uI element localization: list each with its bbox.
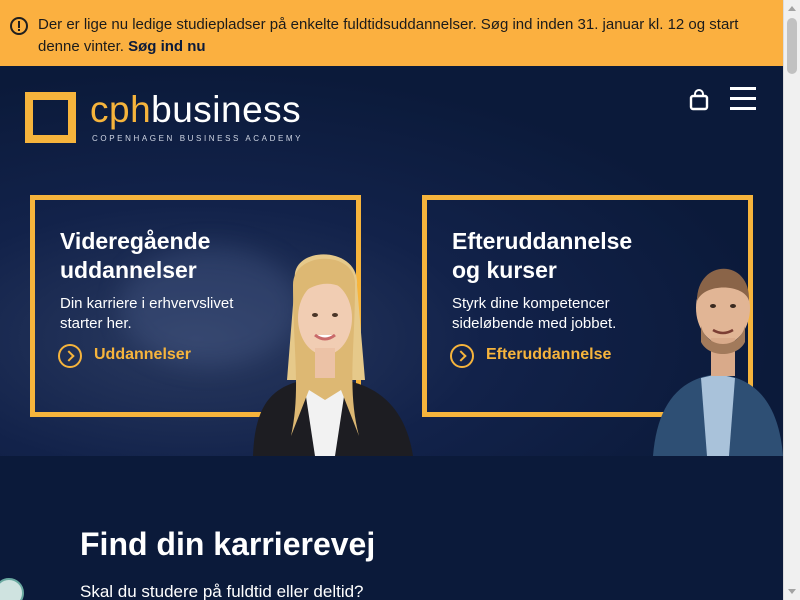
student-man-photo (653, 246, 783, 456)
logo-square-icon (25, 92, 76, 143)
card-description: Styrk dine kompetencer sideløbende med j… (452, 295, 617, 332)
page-scrollbar[interactable] (783, 0, 800, 600)
card-title: Videregående uddannelser (60, 228, 211, 283)
info-banner: Der er lige nu ledige studiepladser på e… (0, 0, 783, 66)
career-section: Find din karrierevej Skal du studere på … (0, 456, 783, 600)
page: Der er lige nu ledige studiepladser på e… (0, 0, 783, 600)
chevron-right-circle-icon (58, 344, 82, 368)
hero-section: cphbusiness COPENHAGEN BUSINESS ACADEMY … (0, 66, 783, 456)
alert-circle-icon (10, 17, 28, 35)
shopping-bag-icon[interactable] (689, 89, 709, 111)
scroll-thumb[interactable] (787, 18, 797, 74)
banner-message: Der er lige nu ledige studiepladser på e… (38, 14, 778, 58)
link-label: Efteruddannelse (486, 346, 612, 363)
scroll-up-arrow-icon[interactable] (788, 6, 796, 11)
link-label: Uddannelser (94, 346, 191, 363)
card-title: Efteruddannelse og kurser (452, 228, 633, 283)
student-woman-photo (235, 240, 415, 456)
logo-prefix: cph (90, 89, 152, 130)
hamburger-menu-icon[interactable] (730, 86, 756, 110)
section-title: Find din karrierevej (80, 526, 376, 562)
apply-now-link[interactable]: Søg ind nu (128, 38, 205, 55)
logo-suffix: business (151, 89, 302, 130)
section-subtitle: Skal du studere på fuldtid eller deltid? (80, 582, 364, 600)
scroll-down-arrow-icon[interactable] (788, 589, 796, 594)
chevron-right-circle-icon (450, 344, 474, 368)
logo-tagline: COPENHAGEN BUSINESS ACADEMY (92, 134, 304, 143)
logo-wordmark: cphbusiness (90, 90, 301, 130)
